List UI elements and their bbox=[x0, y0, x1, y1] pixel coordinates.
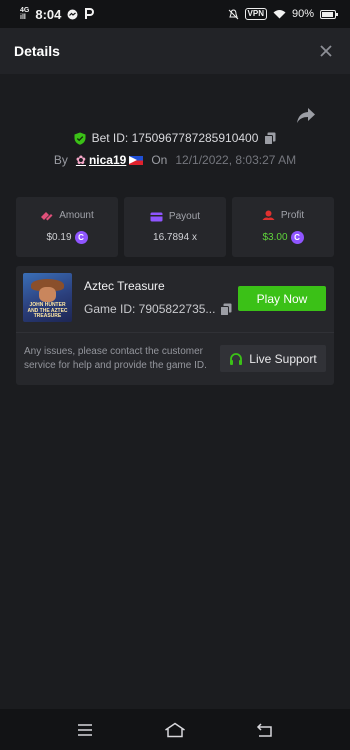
thumbnail-face-art bbox=[39, 287, 56, 302]
card-divider bbox=[16, 332, 334, 333]
card-icon bbox=[150, 212, 163, 221]
flower-icon: ✿ bbox=[75, 153, 86, 167]
philippines-flag-icon bbox=[129, 155, 144, 165]
status-time: 8:04 bbox=[35, 6, 62, 22]
profit-icon bbox=[262, 210, 275, 220]
stat-card-profit: Profit $3.00 C bbox=[232, 197, 334, 257]
close-button[interactable] bbox=[316, 41, 336, 61]
headset-icon bbox=[230, 352, 243, 365]
stat-value: $3.00 bbox=[262, 232, 288, 243]
username-link[interactable]: ✿ nica19 bbox=[75, 153, 144, 167]
mute-icon bbox=[228, 8, 238, 19]
copy-game-id-icon[interactable] bbox=[220, 303, 232, 316]
vpn-badge: VPN bbox=[244, 8, 267, 20]
bet-id: Bet ID: 1750967787285910400 bbox=[91, 131, 259, 145]
stat-label: Amount bbox=[59, 210, 94, 221]
coin-icon: C bbox=[74, 231, 88, 244]
bet-date: 12/1/2022, 8:03:27 AM bbox=[175, 153, 297, 167]
status-right: VPN 90% bbox=[228, 8, 338, 20]
close-icon bbox=[320, 45, 332, 57]
coins-icon bbox=[41, 212, 53, 221]
status-bar: 4G ill 8:04 VPN 90% bbox=[0, 0, 350, 28]
page-title: Details bbox=[14, 43, 60, 59]
back-icon bbox=[256, 722, 272, 737]
home-icon bbox=[165, 722, 185, 737]
on-label: On bbox=[151, 153, 168, 167]
stat-value-row: $3.00 C bbox=[262, 231, 304, 244]
game-name: Aztec Treasure bbox=[84, 279, 165, 293]
stat-value: 16.7894 x bbox=[153, 232, 197, 243]
messenger-icon bbox=[67, 9, 78, 19]
game-thumbnail[interactable]: JOHN HUNTER AND THE AZTEC TREASURE bbox=[23, 273, 72, 322]
thumbnail-title-text: JOHN HUNTER AND THE AZTEC TREASURE bbox=[27, 302, 68, 319]
stat-card-amount: Amount $0.19 C bbox=[16, 197, 118, 257]
stats-row: Amount $0.19 C Payout 16.7894 x Profit $… bbox=[16, 197, 334, 257]
battery-percent: 90% bbox=[291, 8, 314, 20]
recents-button[interactable] bbox=[71, 719, 99, 741]
by-label: By bbox=[53, 153, 68, 167]
support-message: Any issues, please contact the customer … bbox=[24, 346, 207, 371]
wifi-icon bbox=[273, 10, 286, 19]
play-now-button[interactable]: Play Now bbox=[238, 286, 326, 311]
details-header: Details bbox=[0, 28, 350, 74]
network-type: 4G bbox=[20, 7, 30, 14]
stat-value-row: $0.19 C bbox=[46, 231, 88, 244]
game-id-row: Game ID: 7905822735... bbox=[84, 302, 232, 316]
live-support-button[interactable]: Live Support bbox=[220, 345, 326, 372]
bet-meta-row: By ✿ nica19 On 12/1/2022, 8:03:27 AM bbox=[0, 153, 350, 167]
app-p-icon bbox=[85, 8, 95, 19]
share-icon bbox=[297, 108, 315, 123]
battery-icon bbox=[320, 9, 338, 19]
coin-icon: C bbox=[290, 231, 304, 244]
details-panel: Bet ID: 1750967787285910400 By ✿ nica19 … bbox=[0, 74, 350, 709]
username: nica19 bbox=[88, 153, 127, 167]
system-nav-bar bbox=[0, 709, 350, 750]
stat-value: $0.19 bbox=[46, 232, 72, 243]
home-button[interactable] bbox=[161, 719, 189, 741]
signal-bars: ill bbox=[20, 14, 26, 21]
verified-shield-icon bbox=[74, 132, 86, 145]
game-id: Game ID: 7905822735... bbox=[84, 302, 216, 316]
stat-label: Payout bbox=[168, 211, 201, 222]
stat-label-row: Profit bbox=[262, 210, 304, 221]
status-left: 4G ill 8:04 bbox=[20, 6, 95, 22]
back-button[interactable] bbox=[251, 719, 279, 741]
live-support-label: Live Support bbox=[249, 351, 317, 366]
copy-bet-id-icon[interactable] bbox=[264, 132, 276, 145]
game-card: JOHN HUNTER AND THE AZTEC TREASURE Aztec… bbox=[16, 266, 334, 385]
menu-icon bbox=[78, 723, 92, 736]
share-button[interactable] bbox=[296, 107, 318, 127]
stat-label-row: Amount bbox=[40, 210, 94, 221]
stat-label: Profit bbox=[280, 210, 305, 221]
stat-card-payout: Payout 16.7894 x bbox=[124, 197, 226, 257]
stat-label-row: Payout bbox=[150, 211, 200, 222]
stat-value-row: 16.7894 x bbox=[153, 232, 197, 243]
network-indicator: 4G ill bbox=[20, 7, 29, 21]
bet-id-row: Bet ID: 1750967787285910400 bbox=[0, 131, 350, 145]
